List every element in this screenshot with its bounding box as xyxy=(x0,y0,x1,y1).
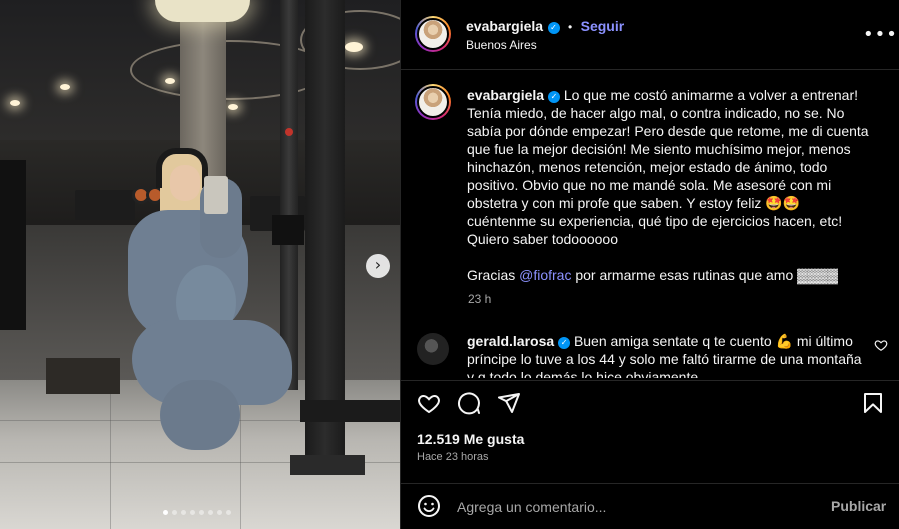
emoji-icon[interactable] xyxy=(417,494,441,518)
comment-like-heart-icon[interactable] xyxy=(874,338,888,352)
carousel-dot xyxy=(172,510,177,515)
verified-badge-icon: ✓ xyxy=(547,91,560,103)
caption-thanks-prefix: Gracias xyxy=(467,267,520,283)
post-panel: evabargiela ✓ • Seguir Buenos Aires ••• … xyxy=(400,0,899,529)
carousel-next-button[interactable]: › xyxy=(366,254,390,278)
shoe-box xyxy=(46,358,120,394)
bookmark-icon[interactable] xyxy=(861,391,885,415)
follow-button[interactable]: Seguir xyxy=(581,18,625,34)
separator: • xyxy=(567,20,573,34)
carousel-dot xyxy=(208,510,213,515)
caption: evabargiela ✓ Lo que me costó animarme a… xyxy=(467,86,872,284)
comment-username[interactable]: gerald.larosa xyxy=(467,333,554,349)
more-options-icon[interactable]: ••• xyxy=(863,24,898,45)
caption-thanks-suffix: por armarme esas rutinas que amo ▓▓▓▓ xyxy=(571,267,838,283)
ceiling-lamp xyxy=(228,104,238,110)
ceiling-lamp xyxy=(345,42,363,52)
share-icon[interactable] xyxy=(497,391,521,415)
carousel-dot xyxy=(199,510,204,515)
location-link[interactable]: Buenos Aires xyxy=(466,38,537,52)
rack-post xyxy=(280,0,298,390)
add-comment-bar: Publicar xyxy=(401,483,899,529)
header-user-line: evabargiela ✓ • Seguir xyxy=(466,18,624,36)
tile-line xyxy=(110,380,111,529)
comment: gerald.larosa ✓ Buen amiga sentate q te … xyxy=(467,332,867,378)
phone xyxy=(204,176,228,214)
verified-badge-icon: ✓ xyxy=(558,337,571,349)
like-count[interactable]: 12.519 Me gusta xyxy=(417,431,524,447)
gym-machine xyxy=(0,160,26,330)
headphones xyxy=(156,148,208,188)
carousel-dot xyxy=(181,510,186,515)
ceiling-ring xyxy=(130,40,330,100)
pillar-light xyxy=(155,0,250,22)
caption-text: Lo que me costó animarme a volver a entr… xyxy=(467,87,869,247)
caption-avatar[interactable] xyxy=(415,84,451,120)
post-photo[interactable]: › xyxy=(0,0,400,529)
carousel-dot xyxy=(163,510,168,515)
avatar[interactable] xyxy=(415,16,451,52)
avatar-image xyxy=(417,86,449,118)
post-header: evabargiela ✓ • Seguir Buenos Aires ••• xyxy=(401,0,899,70)
publish-button[interactable]: Publicar xyxy=(831,498,886,514)
author-username[interactable]: evabargiela xyxy=(466,18,543,34)
comment-icon[interactable] xyxy=(457,391,481,415)
carousel-dot xyxy=(226,510,231,515)
weight-rack xyxy=(75,190,135,220)
caption-username[interactable]: evabargiela xyxy=(467,87,544,103)
person-knee xyxy=(160,380,240,450)
ceiling-lamp xyxy=(165,78,175,84)
ceiling-lamp xyxy=(10,100,20,106)
rack-marker xyxy=(285,128,293,136)
caption-time: 23 h xyxy=(468,292,492,306)
chevron-right-icon: › xyxy=(374,255,382,274)
rack-base xyxy=(300,400,400,422)
ceiling-lamp xyxy=(60,84,70,90)
carousel-dot xyxy=(217,510,222,515)
mention-link[interactable]: @fiofrac xyxy=(519,267,571,283)
action-bar xyxy=(401,380,899,420)
heart-icon[interactable] xyxy=(417,391,441,415)
carousel-dot xyxy=(190,510,195,515)
comment-input[interactable] xyxy=(457,496,817,518)
avatar-image xyxy=(417,18,449,50)
carousel-indicator xyxy=(163,510,231,515)
rack-foot xyxy=(290,455,365,475)
post-timestamp[interactable]: Hace 23 horas xyxy=(417,451,489,463)
rack-hook xyxy=(272,215,304,245)
verified-badge-icon: ✓ xyxy=(547,22,560,34)
caption-thanks: Gracias @fiofrac por armarme esas rutina… xyxy=(467,266,872,284)
comment-avatar[interactable] xyxy=(417,333,449,365)
